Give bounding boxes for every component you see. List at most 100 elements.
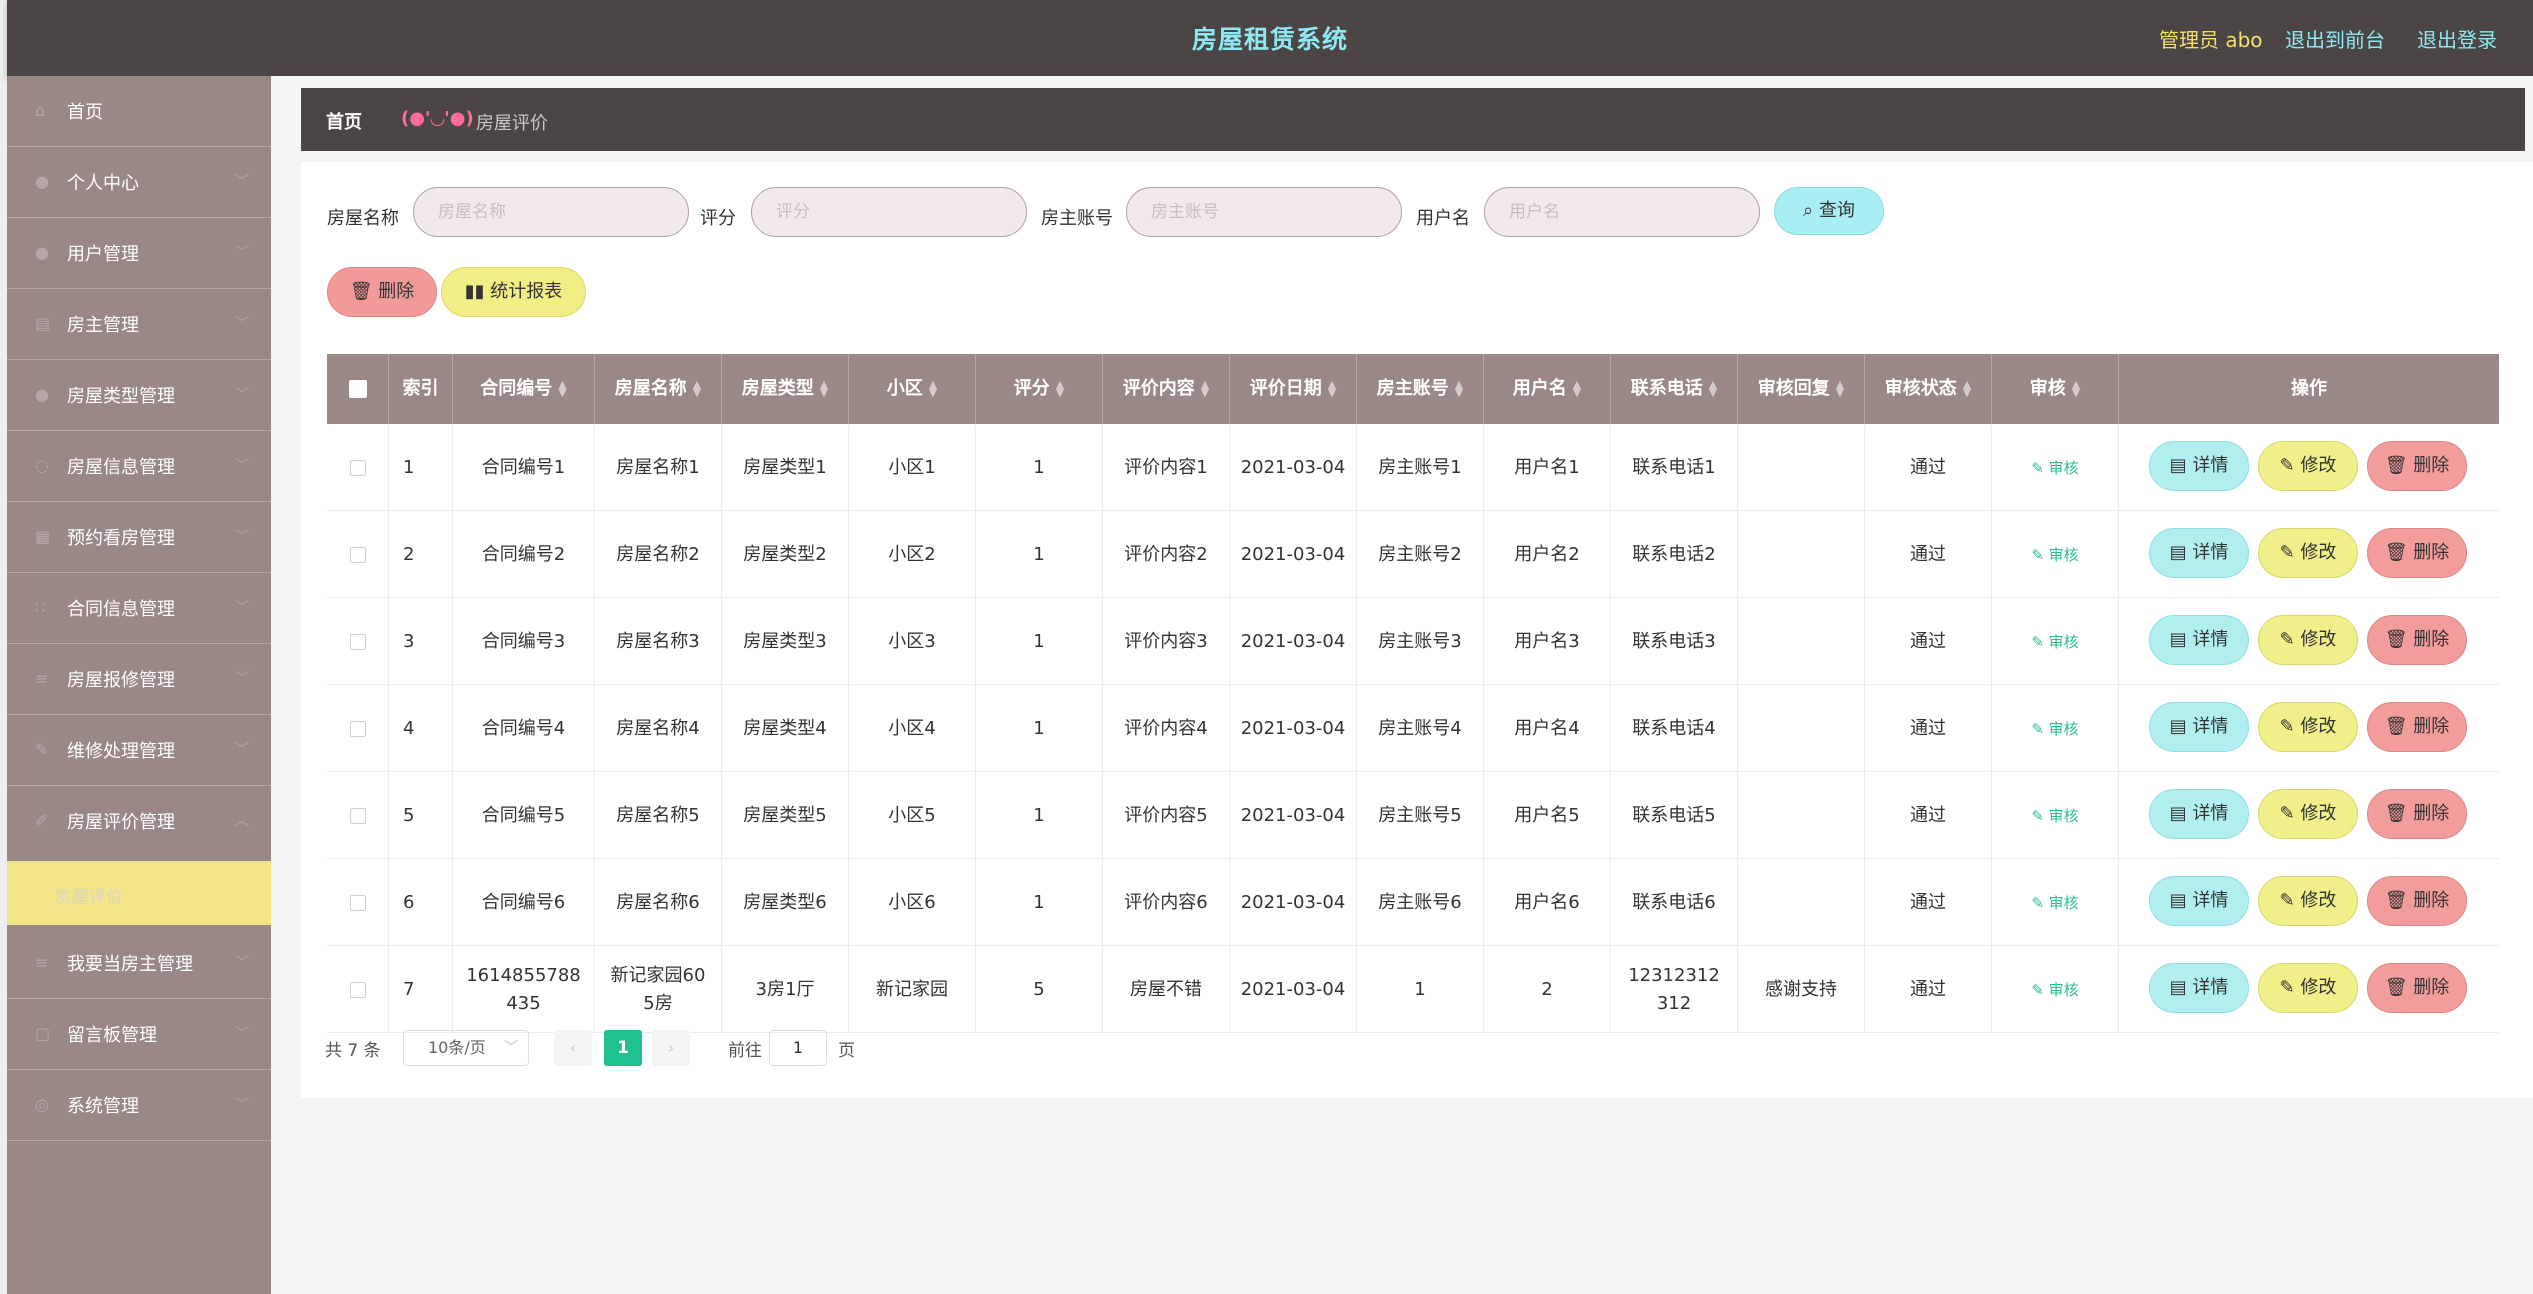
goto-page-input[interactable]: 1	[769, 1030, 827, 1066]
breadcrumb-home[interactable]: 首页	[326, 108, 362, 134]
edit-button[interactable]: ✎ 修改	[2258, 615, 2358, 665]
audit-link[interactable]: ✎ 审核	[2031, 541, 2078, 569]
house-name-label: 房屋名称	[327, 208, 399, 229]
audit-link[interactable]: ✎ 审核	[2031, 889, 2078, 917]
username-input[interactable]	[1484, 187, 1760, 237]
chevron-down-icon: ﹀	[235, 742, 249, 758]
logout-link[interactable]: 退出登录	[2417, 24, 2497, 53]
sidebar-item-home[interactable]: ⌂ 首页	[7, 76, 271, 147]
sidebar-item-system[interactable]: ◎ 系统管理 ﹀	[7, 1070, 271, 1141]
cell-text: 2021-03-04	[1240, 630, 1346, 652]
sidebar-item-repair-handling[interactable]: ✎ 维修处理管理 ﹀	[7, 715, 271, 786]
column-header-date[interactable]: 评价日期 ▲ ▼	[1230, 354, 1357, 424]
prev-page-button[interactable]: ‹	[554, 1030, 592, 1066]
sidebar-item-message-board[interactable]: ▢ 留言板管理 ﹀	[7, 999, 271, 1070]
batch-delete-button[interactable]: 🗑︎ 删除	[327, 267, 437, 317]
cell-text: 评价内容2	[1124, 543, 1208, 565]
detail-button[interactable]: ▤ 详情	[2149, 963, 2249, 1013]
house-name-input[interactable]	[413, 187, 689, 237]
sidebar-item-house-review[interactable]: ✐ 房屋评价管理 ︿	[7, 786, 271, 857]
query-button[interactable]: ⌕ 查询	[1774, 187, 1884, 235]
delete-button[interactable]: 🗑︎ 删除	[2367, 963, 2467, 1013]
column-header-phone[interactable]: 联系电话 ▲ ▼	[1611, 354, 1738, 424]
next-page-button[interactable]: ›	[652, 1030, 690, 1066]
audit-link[interactable]: ✎ 审核	[2031, 976, 2078, 1004]
sidebar-item-contract[interactable]: ∷ 合同信息管理 ﹀	[7, 573, 271, 644]
column-header-house-type[interactable]: 房屋类型 ▲ ▼	[722, 354, 849, 424]
column-header-reply[interactable]: 审核回复 ▲ ▼	[1738, 354, 1865, 424]
cell-text: 联系电话3	[1632, 630, 1716, 652]
row-checkbox[interactable]	[349, 546, 366, 563]
delete-button[interactable]: 🗑︎ 删除	[2367, 441, 2467, 491]
document-icon: ▤	[2169, 455, 2193, 476]
row-checkbox[interactable]	[349, 720, 366, 737]
delete-button[interactable]: 🗑︎ 删除	[2367, 876, 2467, 926]
sidebar-item-house-info[interactable]: ◌ 房屋信息管理 ﹀	[7, 431, 271, 502]
detail-button[interactable]: ▤ 详情	[2149, 702, 2249, 752]
column-header-status[interactable]: 审核状态 ▲ ▼	[1865, 354, 1992, 424]
column-header-house-name[interactable]: 房屋名称 ▲ ▼	[595, 354, 722, 424]
sidebar-item-become-owner[interactable]: ≡ 我要当房主管理 ﹀	[7, 928, 271, 999]
sidebar-item-house-type[interactable]: ● 房屋类型管理 ﹀	[7, 360, 271, 431]
cell-index: 6	[389, 859, 453, 946]
delete-button[interactable]: 🗑︎ 删除	[2367, 528, 2467, 578]
row-checkbox[interactable]	[349, 459, 366, 476]
row-checkbox[interactable]	[349, 807, 366, 824]
detail-button[interactable]: ▤ 详情	[2149, 528, 2249, 578]
column-header-community[interactable]: 小区 ▲ ▼	[849, 354, 976, 424]
edit-button[interactable]: ✎ 修改	[2258, 876, 2358, 926]
audit-link[interactable]: ✎ 审核	[2031, 715, 2078, 743]
exit-to-front-link[interactable]: 退出到前台	[2285, 24, 2385, 53]
edit-button[interactable]: ✎ 修改	[2258, 441, 2358, 491]
owner-account-input[interactable]	[1126, 187, 1402, 237]
cell-text: 房主账号4	[1378, 717, 1462, 739]
page-number-current[interactable]: 1	[604, 1030, 642, 1066]
cell-text: 房屋类型5	[743, 804, 827, 826]
edit-button[interactable]: ✎ 修改	[2258, 789, 2358, 839]
delete-button[interactable]: 🗑︎ 删除	[2367, 789, 2467, 839]
sidebar-item-personal-center[interactable]: ● 个人中心 ﹀	[7, 147, 271, 218]
detail-button[interactable]: ▤ 详情	[2149, 876, 2249, 926]
audit-link[interactable]: ✎ 审核	[2031, 802, 2078, 830]
edit-button[interactable]: ✎ 修改	[2258, 963, 2358, 1013]
select-all-cell	[327, 354, 389, 424]
cell-index: 1	[389, 424, 453, 511]
settings-icon: ◎	[35, 1095, 49, 1114]
score-input[interactable]	[751, 187, 1027, 237]
sidebar-item-user-management[interactable]: ● 用户管理 ﹀	[7, 218, 271, 289]
row-checkbox[interactable]	[349, 981, 366, 998]
sidebar-item-appointment[interactable]: ▦ 预约看房管理 ﹀	[7, 502, 271, 573]
row-checkbox[interactable]	[349, 894, 366, 911]
delete-button-label: 删除	[2413, 890, 2450, 911]
detail-button[interactable]: ▤ 详情	[2149, 789, 2249, 839]
chevron-down-icon: ﹀	[235, 458, 249, 474]
select-all-checkbox[interactable]	[348, 380, 367, 398]
column-header-audit[interactable]: 审核 ▲ ▼	[1992, 354, 2119, 424]
sidebar-subitem-house-review[interactable]: 房屋评价	[7, 861, 271, 925]
sidebar-item-repair-request[interactable]: ≡ 房屋报修管理 ﹀	[7, 644, 271, 715]
table-row: 2 合同编号2 房屋名称2 房屋类型2 小区2 1 评价内容2 2021-03-04 房主账号2…	[327, 511, 2499, 598]
audit-link[interactable]: ✎ 审核	[2031, 628, 2078, 656]
row-checkbox[interactable]	[349, 633, 366, 650]
statistics-report-button[interactable]: ▮▮ 统计报表	[441, 267, 586, 317]
column-header-content[interactable]: 评价内容 ▲ ▼	[1103, 354, 1230, 424]
grid-icon: ∷	[35, 598, 46, 617]
cell-score: 5	[976, 946, 1103, 1033]
sidebar-item-owner-management[interactable]: ▤ 房主管理 ﹀	[7, 289, 271, 360]
cell-owner: 1	[1357, 946, 1484, 1033]
column-header-username[interactable]: 用户名 ▲ ▼	[1484, 354, 1611, 424]
edit-button[interactable]: ✎ 修改	[2258, 702, 2358, 752]
audit-link[interactable]: ✎ 审核	[2031, 454, 2078, 482]
detail-button[interactable]: ▤ 详情	[2149, 615, 2249, 665]
delete-button[interactable]: 🗑︎ 删除	[2367, 702, 2467, 752]
delete-button[interactable]: 🗑︎ 删除	[2367, 615, 2467, 665]
column-header-score[interactable]: 评分 ▲ ▼	[976, 354, 1103, 424]
column-header-owner-account[interactable]: 房主账号 ▲ ▼	[1357, 354, 1484, 424]
delete-button-label: 删除	[2413, 542, 2450, 563]
cell-content: 评价内容5	[1103, 772, 1230, 859]
column-header-contract[interactable]: 合同编号 ▲ ▼	[453, 354, 595, 424]
edit-button[interactable]: ✎ 修改	[2258, 528, 2358, 578]
page-size-select[interactable]: 10条/页 ﹀	[403, 1030, 529, 1066]
detail-button[interactable]: ▤ 详情	[2149, 441, 2249, 491]
edit-button-label: 修改	[2300, 542, 2337, 563]
